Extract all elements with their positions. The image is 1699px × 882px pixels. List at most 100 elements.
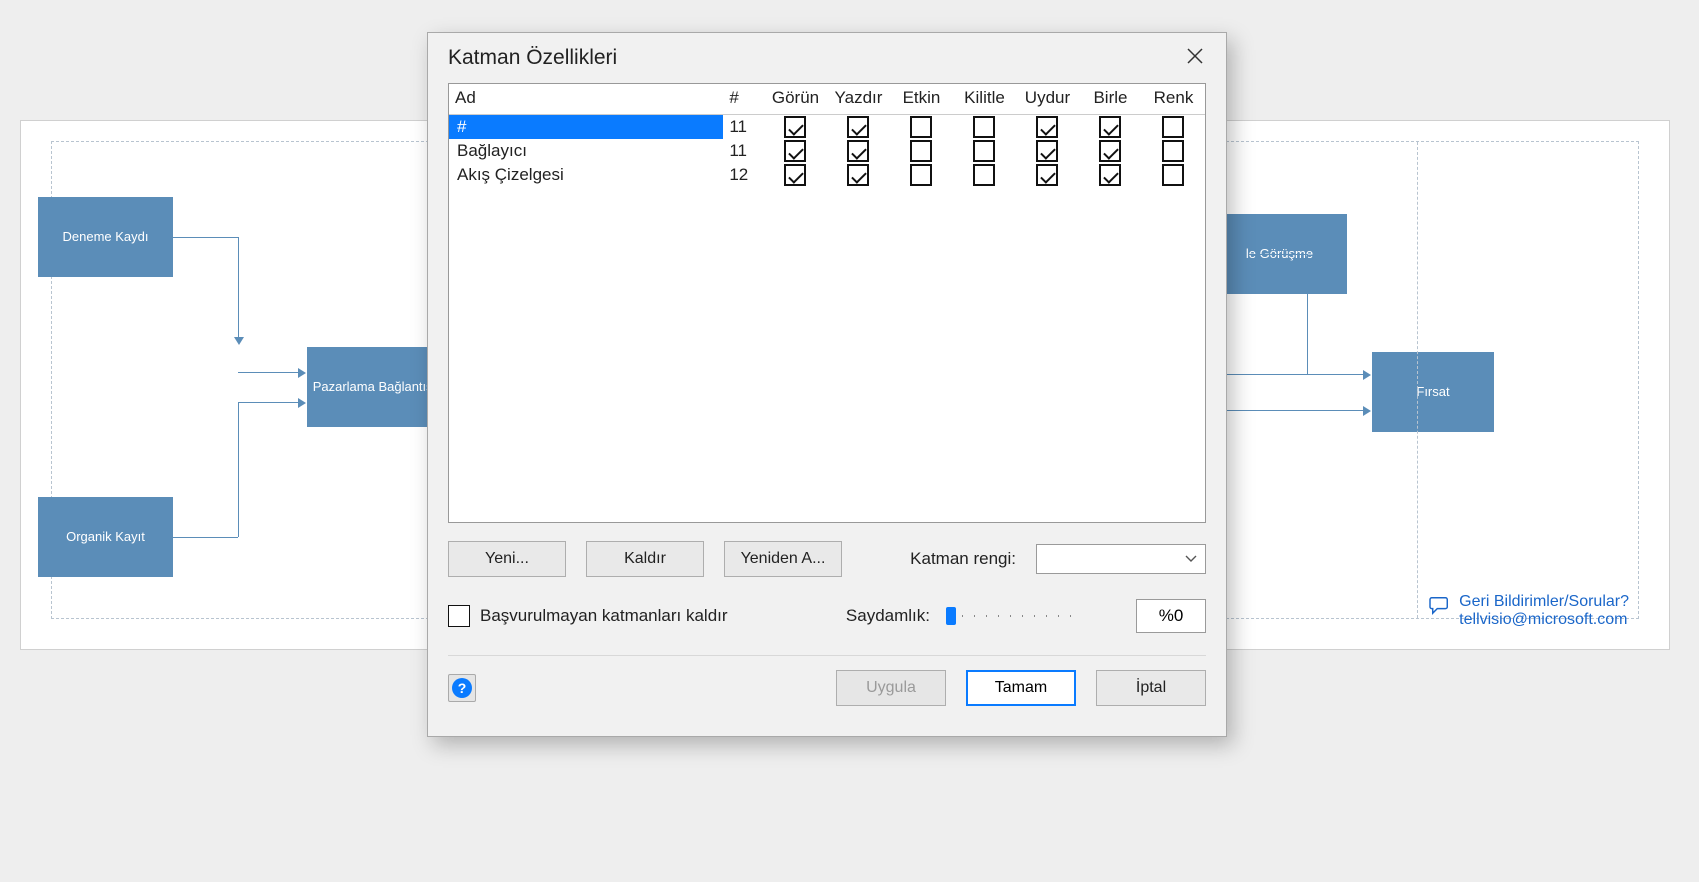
col-lock[interactable]: Kilitle [953,84,1016,115]
layer-visible-cell[interactable] [764,139,827,163]
feedback-link[interactable]: Geri Bildirimler/Sorular? tellvisio@micr… [1429,593,1629,629]
speech-bubble-icon [1429,593,1451,620]
layer-snap-cell[interactable] [1016,163,1079,187]
guide-line [1417,142,1418,618]
color-checkbox[interactable] [1162,140,1184,162]
layer-snap-cell[interactable] [1016,115,1079,140]
snap-checkbox[interactable] [1036,116,1058,138]
node-label: Organik Kayıt [66,529,145,546]
connector [238,402,239,537]
layer-name-cell[interactable]: Bağlayıcı [449,139,723,163]
divider [448,655,1206,656]
connector [1307,410,1365,411]
layer-print-cell[interactable] [827,163,890,187]
layer-row[interactable]: #11 [449,115,1205,140]
color-checkbox[interactable] [1162,116,1184,138]
lock-checkbox[interactable] [973,116,995,138]
node-label: Pazarlama Bağlantısı [313,379,437,396]
visible-checkbox[interactable] [784,140,806,162]
glue-checkbox[interactable] [1099,116,1121,138]
layer-visible-cell[interactable] [764,163,827,187]
node-marketing[interactable]: Pazarlama Bağlantısı [307,347,442,427]
dialog-titlebar: Katman Özellikleri [428,33,1226,83]
active-checkbox[interactable] [910,116,932,138]
print-checkbox[interactable] [847,140,869,162]
layer-lock-cell[interactable] [953,163,1016,187]
active-checkbox[interactable] [910,140,932,162]
remove-unreferenced-label: Başvurulmayan katmanları kaldır [480,606,728,626]
col-count[interactable]: # [723,84,764,115]
layer-glue-cell[interactable] [1079,115,1142,140]
col-color[interactable]: Renk [1142,84,1205,115]
col-snap[interactable]: Uydur [1016,84,1079,115]
slider-thumb[interactable] [946,607,956,625]
layer-color-dropdown[interactable] [1036,544,1206,574]
connector [1307,254,1308,374]
snap-checkbox[interactable] [1036,140,1058,162]
active-checkbox[interactable] [910,164,932,186]
layer-active-cell[interactable] [890,115,953,140]
layer-color-label: Katman rengi: [910,549,1016,569]
visible-checkbox[interactable] [784,164,806,186]
ok-button[interactable]: Tamam [966,670,1076,706]
visible-checkbox[interactable] [784,116,806,138]
grid-header-row: Ad # Görün Yazdır Etkin Kilitle Uydur Bi… [449,84,1205,115]
connector [238,237,239,339]
layer-grid[interactable]: Ad # Görün Yazdır Etkin Kilitle Uydur Bi… [448,83,1206,523]
glue-checkbox[interactable] [1099,140,1121,162]
col-name[interactable]: Ad [449,84,723,115]
layer-properties-dialog: Katman Özellikleri Ad # Görün [427,32,1227,737]
col-visible[interactable]: Görün [764,84,827,115]
print-checkbox[interactable] [847,116,869,138]
col-glue[interactable]: Birle [1079,84,1142,115]
layer-color-cell[interactable] [1142,163,1205,187]
glue-checkbox[interactable] [1099,164,1121,186]
remove-unreferenced-checkbox[interactable] [448,605,470,627]
layer-count-cell: 11 [723,115,764,140]
transparency-slider[interactable] [946,604,1076,628]
connector [173,237,238,238]
layer-lock-cell[interactable] [953,115,1016,140]
dialog-title: Katman Özellikleri [448,46,617,70]
layer-count-cell: 11 [723,139,764,163]
transparency-value[interactable]: %0 [1136,599,1206,633]
layer-glue-cell[interactable] [1079,163,1142,187]
col-print[interactable]: Yazdır [827,84,890,115]
layer-lock-cell[interactable] [953,139,1016,163]
node-opportunity[interactable]: Fırsat [1372,352,1494,432]
layer-snap-cell[interactable] [1016,139,1079,163]
rename-layer-button[interactable]: Yeniden A... [724,541,842,577]
layer-row[interactable]: Akış Çizelgesi12 [449,163,1205,187]
print-checkbox[interactable] [847,164,869,186]
layer-row[interactable]: Bağlayıcı11 [449,139,1205,163]
lock-checkbox[interactable] [973,140,995,162]
help-icon: ? [452,678,472,698]
new-layer-button[interactable]: Yeni... [448,541,566,577]
node-organic[interactable]: Organik Kayıt [38,497,173,577]
connector [1248,254,1307,255]
node-trial[interactable]: Deneme Kaydı [38,197,173,277]
connector [238,402,300,403]
lock-checkbox[interactable] [973,164,995,186]
layer-print-cell[interactable] [827,139,890,163]
help-button[interactable]: ? [448,674,476,702]
layer-visible-cell[interactable] [764,115,827,140]
col-active[interactable]: Etkin [890,84,953,115]
connector [1307,374,1365,375]
layer-active-cell[interactable] [890,163,953,187]
layer-name-cell[interactable]: # [449,115,723,140]
snap-checkbox[interactable] [1036,164,1058,186]
layer-color-cell[interactable] [1142,115,1205,140]
layer-count-cell: 12 [723,163,764,187]
layer-print-cell[interactable] [827,115,890,140]
color-checkbox[interactable] [1162,164,1184,186]
slider-track [950,615,1072,617]
layer-color-cell[interactable] [1142,139,1205,163]
layer-glue-cell[interactable] [1079,139,1142,163]
apply-button[interactable]: Uygula [836,670,946,706]
layer-active-cell[interactable] [890,139,953,163]
remove-layer-button[interactable]: Kaldır [586,541,704,577]
cancel-button[interactable]: İptal [1096,670,1206,706]
layer-name-cell[interactable]: Akış Çizelgesi [449,163,723,187]
close-button[interactable] [1180,43,1210,73]
